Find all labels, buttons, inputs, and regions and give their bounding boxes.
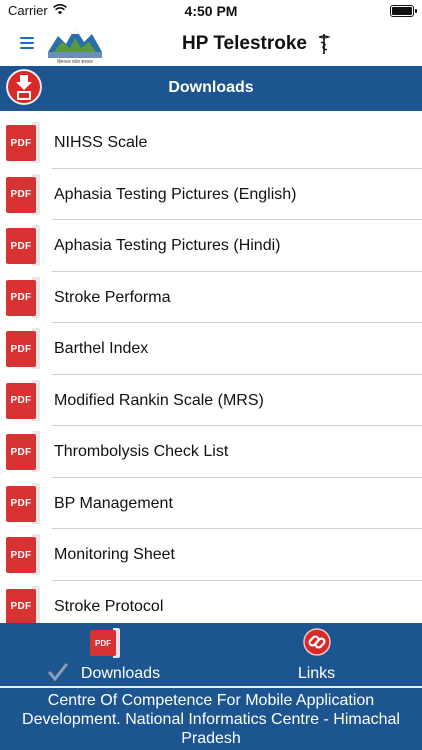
pdf-icon: PDF xyxy=(6,482,40,524)
nav-bar: हिमाचल प्रदेश सरकार HP Telestroke xyxy=(0,22,422,66)
link-icon xyxy=(303,628,331,656)
emblem-text: हिमाचल प्रदेश सरकार xyxy=(57,58,93,65)
government-emblem-logo: हिमाचल प्रदेश सरकार xyxy=(44,22,106,66)
list-item[interactable]: PDF Barthel Index xyxy=(0,323,422,375)
status-bar: Carrier 4:50 PM xyxy=(0,0,422,22)
section-title: Downloads xyxy=(168,79,254,96)
pdf-icon: PDF xyxy=(90,628,120,658)
app-title: HP Telestroke xyxy=(182,33,307,54)
pdf-icon: PDF xyxy=(6,122,40,163)
list-item-label: Barthel Index xyxy=(54,340,149,357)
list-item-label: Thrombolysis Check List xyxy=(54,443,229,460)
list-item[interactable]: PDF BP Management xyxy=(0,478,422,529)
list-item[interactable]: PDF NIHSS Scale xyxy=(0,117,422,169)
pdf-icon: PDF xyxy=(6,534,40,575)
list-item-label: BP Management xyxy=(54,494,173,512)
list-item[interactable]: PDF Monitoring Sheet xyxy=(0,529,422,581)
list-item-label: Aphasia Testing Pictures (Hindi) xyxy=(54,237,281,254)
pdf-icon: PDF xyxy=(6,328,40,369)
list-item[interactable]: PDF Aphasia Testing Pictures (Hindi) xyxy=(0,220,422,272)
downloads-list: PDF NIHSS Scale PDF Aphasia Testing Picture… xyxy=(0,117,422,623)
tab-bar: PDF Downloads Links xyxy=(0,623,422,686)
pdf-icon: PDF xyxy=(6,276,40,318)
pdf-icon: PDF xyxy=(6,585,40,623)
list-item[interactable]: PDF Thrombolysis Check List xyxy=(0,426,422,478)
pdf-icon: PDF xyxy=(6,225,40,266)
list-item[interactable]: PDF Stroke Performa xyxy=(0,272,422,323)
list-item-label: Modified Rankin Scale (MRS) xyxy=(54,391,264,409)
list-item[interactable]: PDF Modified Rankin Scale (MRS) xyxy=(0,375,422,426)
tab-links[interactable]: Links xyxy=(211,623,422,686)
list-item[interactable]: PDF Aphasia Testing Pictures (English) xyxy=(0,169,422,220)
list-item-label: Stroke Protocol xyxy=(54,597,164,615)
tab-downloads[interactable]: PDF Downloads xyxy=(0,623,211,686)
section-header: Downloads xyxy=(0,66,422,111)
list-item-label: Monitoring Sheet xyxy=(54,546,175,563)
tab-downloads-label: Downloads xyxy=(80,665,161,682)
pdf-icon: PDF xyxy=(6,379,40,421)
footer-text: Centre Of Competence For Mobile Applicat… xyxy=(22,692,400,747)
tab-links-label: Links xyxy=(297,665,336,682)
pdf-icon: PDF xyxy=(6,431,40,472)
caduceus-icon xyxy=(318,34,331,54)
list-item-label: Stroke Performa xyxy=(54,288,171,306)
pdf-icon: PDF xyxy=(6,173,40,215)
list-item-label: NIHSS Scale xyxy=(54,134,148,151)
menu-icon[interactable] xyxy=(20,37,34,49)
status-time: 4:50 PM xyxy=(184,3,238,19)
list-item[interactable]: PDF Stroke Protocol xyxy=(0,581,422,623)
list-item-label: Aphasia Testing Pictures (English) xyxy=(54,185,297,203)
footer: Centre Of Competence For Mobile Applicat… xyxy=(0,686,422,750)
battery-icon xyxy=(390,5,417,17)
